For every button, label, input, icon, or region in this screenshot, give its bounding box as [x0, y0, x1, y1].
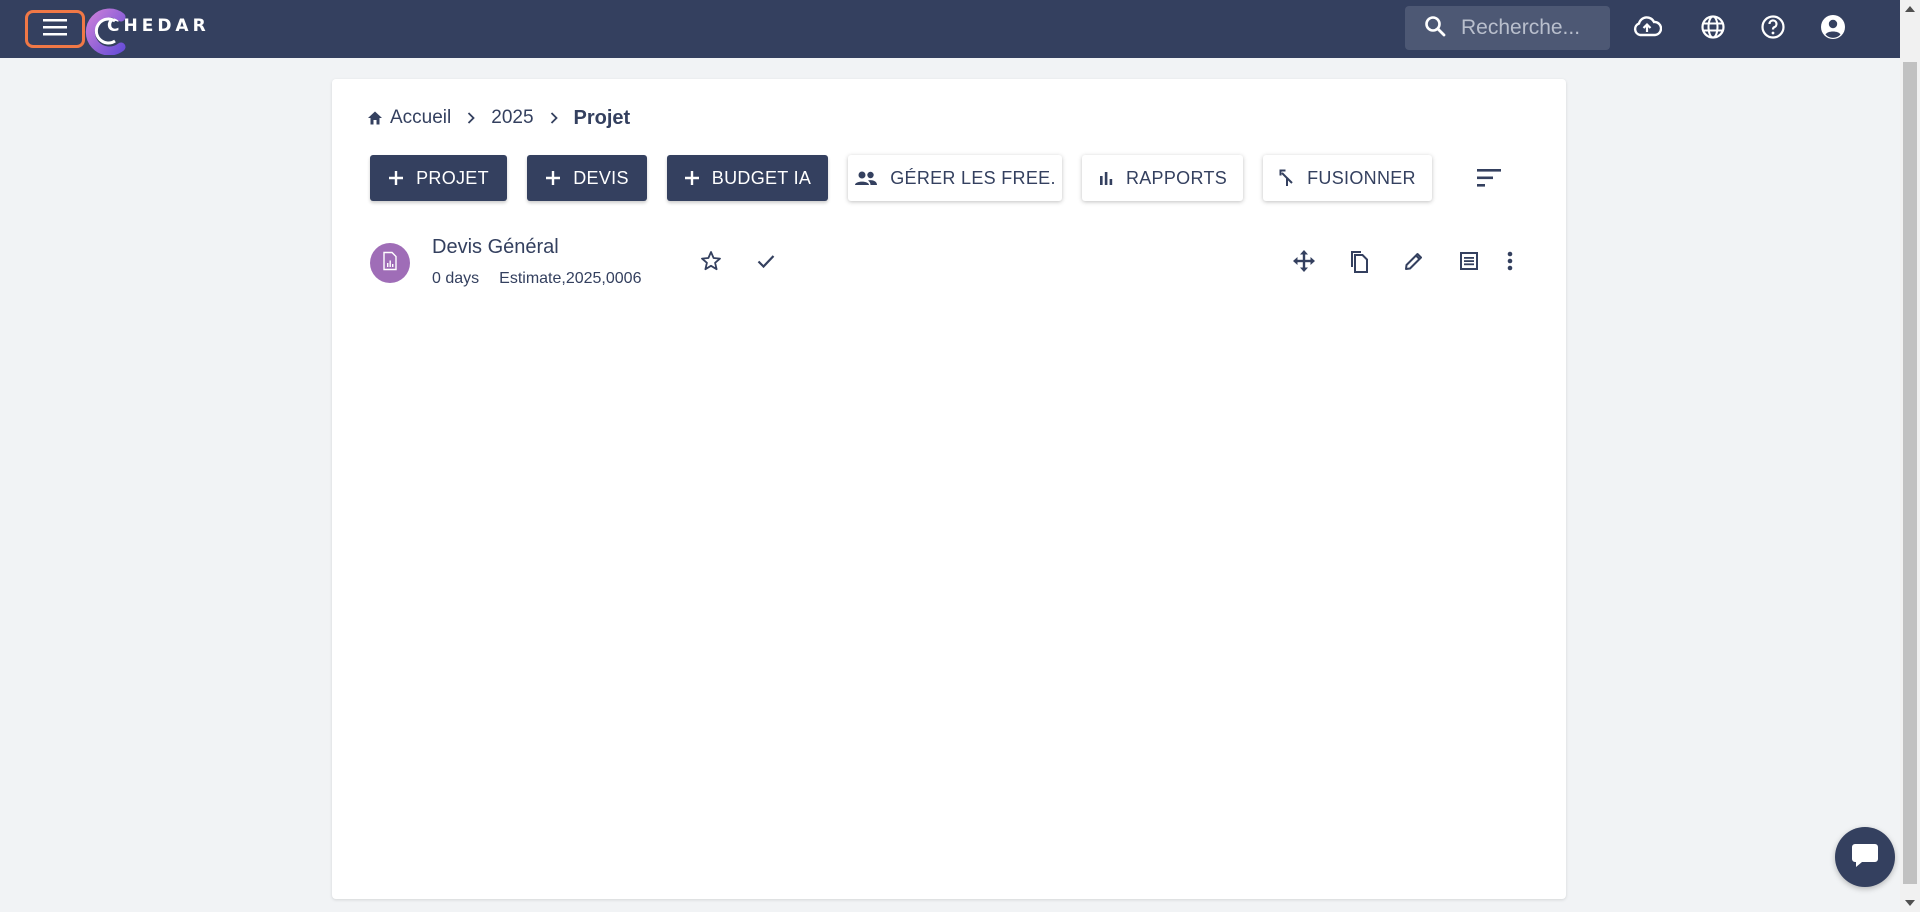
add-projet-label: PROJET — [416, 167, 489, 188]
chat-icon — [1850, 841, 1880, 874]
menu-button[interactable] — [25, 10, 85, 48]
list-alt-icon — [1457, 249, 1481, 278]
move-button[interactable] — [1290, 249, 1318, 277]
plus-icon — [388, 170, 404, 186]
search-input[interactable] — [1461, 16, 1601, 40]
search-icon — [1423, 14, 1447, 43]
more-vertical-icon — [1506, 249, 1514, 278]
details-button[interactable] — [1455, 249, 1483, 277]
move-icon — [1291, 248, 1317, 279]
group-icon — [854, 170, 878, 186]
top-app-bar: CHEDAR — [0, 0, 1900, 58]
bar-chart-icon — [1098, 170, 1114, 186]
pencil-icon — [1402, 249, 1426, 278]
item-avatar — [370, 243, 410, 283]
breadcrumb-home[interactable]: Accueil — [390, 107, 451, 129]
scroll-down-arrow-icon[interactable] — [1905, 900, 1915, 906]
chevron-right-icon — [465, 111, 477, 125]
app-logo[interactable]: CHEDAR — [85, 5, 210, 56]
item-title[interactable]: Devis Général — [432, 236, 559, 259]
main-card — [332, 79, 1566, 899]
breadcrumb-year[interactable]: 2025 — [491, 107, 533, 129]
home-icon — [366, 109, 384, 127]
item-duration: 0 days — [432, 270, 480, 287]
sort-button[interactable] — [1474, 165, 1504, 191]
item-reference: Estimate,2025,0006 — [499, 270, 642, 287]
chat-button[interactable] — [1835, 827, 1895, 887]
rapports-button[interactable]: RAPPORTS — [1082, 155, 1243, 201]
language-button[interactable] — [1698, 14, 1728, 44]
fusionner-label: FUSIONNER — [1307, 167, 1416, 188]
star-outline-icon — [699, 249, 723, 278]
chevron-right-icon — [548, 111, 560, 125]
scroll-up-arrow-icon[interactable] — [1905, 6, 1915, 12]
logo-mark-icon — [85, 7, 129, 56]
check-icon — [754, 249, 778, 278]
copy-icon — [1347, 248, 1371, 279]
breadcrumb: Accueil 2025 Projet — [366, 106, 630, 130]
account-button[interactable] — [1818, 14, 1848, 44]
fusionner-button[interactable]: FUSIONNER — [1263, 155, 1432, 201]
duplicate-button[interactable] — [1345, 249, 1373, 277]
help-icon — [1760, 14, 1786, 45]
breadcrumb-current: Projet — [573, 106, 631, 129]
cloud-upload-icon — [1632, 15, 1663, 44]
add-budget-ia-label: BUDGET IA — [711, 167, 812, 188]
plus-icon — [684, 170, 700, 186]
add-devis-button[interactable]: DEVIS — [527, 155, 647, 201]
account-icon — [1819, 13, 1847, 46]
more-options-button[interactable] — [1498, 249, 1522, 277]
favorite-button[interactable] — [697, 249, 725, 277]
cloud-upload-button[interactable] — [1632, 14, 1663, 44]
add-devis-label: DEVIS — [573, 167, 629, 188]
rapports-label: RAPPORTS — [1125, 167, 1228, 188]
scrollbar-thumb[interactable] — [1903, 62, 1917, 884]
manage-freelancers-button[interactable]: GÉRER LES FREE. — [848, 155, 1062, 201]
menu-icon — [42, 17, 68, 42]
manage-freelancers-label: GÉRER LES FREE. — [890, 167, 1056, 188]
add-budget-ia-button[interactable]: BUDGET IA — [667, 155, 828, 201]
edit-button[interactable] — [1400, 249, 1428, 277]
item-meta: 0 days Estimate,2025,0006 — [432, 270, 641, 288]
plus-icon — [545, 170, 561, 186]
add-projet-button[interactable]: PROJET — [370, 155, 507, 201]
sort-icon — [1474, 169, 1504, 195]
search-box[interactable] — [1405, 6, 1610, 50]
merge-icon — [1279, 169, 1295, 187]
globe-icon — [1700, 14, 1726, 45]
validate-button[interactable] — [752, 249, 780, 277]
help-button[interactable] — [1758, 14, 1788, 44]
document-chart-icon — [381, 251, 399, 276]
